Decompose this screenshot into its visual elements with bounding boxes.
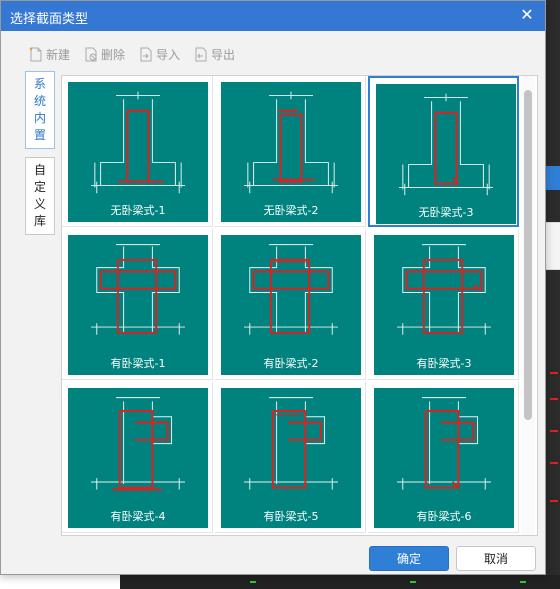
section-option[interactable]: 有卧梁式-3 bbox=[368, 229, 519, 380]
delete-doc-icon bbox=[85, 47, 97, 61]
section-diagram bbox=[91, 397, 185, 491]
section-label: 无卧梁式-2 bbox=[263, 204, 319, 217]
background-app-bottom-strip bbox=[120, 575, 560, 589]
new-button[interactable]: 新建 bbox=[29, 46, 70, 63]
scrollbar-thumb[interactable] bbox=[524, 90, 532, 420]
section-label: 有卧梁式-1 bbox=[110, 357, 166, 370]
section-option[interactable]: 有卧梁式-2 bbox=[215, 229, 366, 380]
section-diagram bbox=[397, 244, 491, 335]
section-diagram bbox=[399, 93, 493, 196]
section-label: 有卧梁式-6 bbox=[416, 510, 472, 523]
cancel-button[interactable]: 取消 bbox=[456, 546, 536, 571]
import-button[interactable]: 导入 bbox=[139, 46, 180, 63]
dialog-title: 选择截面类型 bbox=[10, 12, 89, 27]
new-doc-icon bbox=[29, 47, 42, 61]
tab-system-builtin-label: 系统内置 bbox=[33, 77, 46, 142]
section-label: 有卧梁式-3 bbox=[416, 357, 472, 370]
dialog-titlebar: 选择截面类型 ✕ bbox=[1, 1, 545, 31]
section-thumbnail: 无卧梁式-1 bbox=[68, 82, 208, 222]
section-label: 无卧梁式-3 bbox=[418, 206, 474, 219]
section-option[interactable]: 无卧梁式-3 bbox=[368, 76, 519, 227]
new-button-label: 新建 bbox=[46, 47, 71, 62]
gallery-scrollbar[interactable] bbox=[521, 76, 535, 535]
section-thumbnail: 有卧梁式-1 bbox=[68, 235, 208, 375]
section-option[interactable]: 有卧梁式-6 bbox=[368, 382, 519, 533]
delete-button[interactable]: 删除 bbox=[84, 46, 125, 63]
section-option[interactable]: 有卧梁式-4 bbox=[62, 382, 213, 533]
delete-button-label: 删除 bbox=[101, 47, 126, 62]
section-option[interactable]: 有卧梁式-5 bbox=[215, 382, 366, 533]
section-diagram bbox=[397, 397, 491, 490]
section-label: 无卧梁式-1 bbox=[110, 204, 166, 217]
section-option[interactable]: 有卧梁式-1 bbox=[62, 229, 213, 380]
section-type-dialog: 选择截面类型 ✕ 新建 删除 导入 导出 系统内置 自定义库 无卧梁式-1 无卧… bbox=[0, 0, 546, 575]
section-diagram bbox=[91, 244, 185, 335]
section-thumbnail: 有卧梁式-4 bbox=[68, 388, 208, 528]
tab-custom-library-label: 自定义库 bbox=[33, 163, 46, 228]
import-button-label: 导入 bbox=[156, 47, 181, 62]
section-thumbnail: 有卧梁式-2 bbox=[221, 235, 361, 375]
section-label: 有卧梁式-5 bbox=[263, 510, 319, 523]
export-icon bbox=[195, 47, 207, 61]
section-thumbnail: 无卧梁式-3 bbox=[376, 84, 516, 224]
section-thumbnail: 有卧梁式-5 bbox=[221, 388, 361, 528]
category-tabs: 系统内置 自定义库 bbox=[25, 71, 55, 243]
section-diagram bbox=[244, 397, 338, 490]
section-label: 有卧梁式-2 bbox=[263, 357, 319, 370]
section-diagram bbox=[244, 244, 338, 335]
section-label: 有卧梁式-4 bbox=[110, 510, 166, 523]
background-app-right-strip bbox=[546, 0, 560, 589]
ok-button[interactable]: 确定 bbox=[369, 546, 449, 571]
section-thumbnail: 无卧梁式-2 bbox=[221, 82, 361, 222]
section-option[interactable]: 无卧梁式-1 bbox=[62, 76, 213, 227]
tab-system-builtin[interactable]: 系统内置 bbox=[25, 71, 55, 149]
close-icon[interactable]: ✕ bbox=[518, 6, 536, 24]
section-thumbnail: 有卧梁式-6 bbox=[374, 388, 514, 528]
section-option[interactable]: 无卧梁式-2 bbox=[215, 76, 366, 227]
import-icon bbox=[140, 47, 152, 61]
export-button-label: 导出 bbox=[211, 47, 236, 62]
tab-custom-library[interactable]: 自定义库 bbox=[25, 157, 55, 235]
section-diagram bbox=[244, 91, 338, 194]
section-gallery: 无卧梁式-1 无卧梁式-2 无卧梁式-3 有卧梁式-1 有卧梁式-2 有卧梁式-3 有卧梁式… bbox=[61, 75, 538, 536]
export-button[interactable]: 导出 bbox=[194, 46, 235, 63]
toolbar: 新建 删除 导入 导出 bbox=[29, 43, 235, 65]
section-thumbnail: 有卧梁式-3 bbox=[374, 235, 514, 375]
section-diagram bbox=[91, 91, 185, 194]
